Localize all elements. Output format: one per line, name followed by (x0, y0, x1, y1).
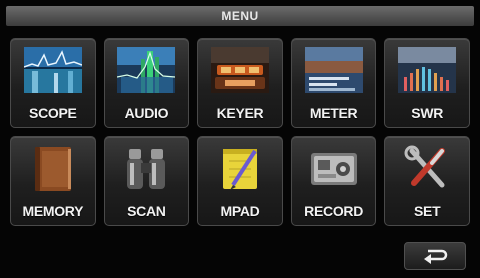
menu-button-set[interactable]: SET (384, 136, 470, 226)
menu-label-keyer: KEYER (216, 105, 264, 121)
menu-button-swr[interactable]: SWR (384, 38, 470, 128)
menu-button-audio[interactable]: AUDIO (103, 38, 190, 128)
menu-label-scan: SCAN (127, 203, 166, 219)
menu-grid: SCOPE AUDIO KEYER METER SWR MEMORY SCAN … (10, 38, 470, 226)
menu-label-scope: SCOPE (29, 105, 77, 121)
memo-pad-icon (211, 145, 269, 191)
menu-button-scan[interactable]: SCAN (103, 136, 190, 226)
keyer-icon (210, 47, 269, 93)
menu-label-memory: MEMORY (22, 203, 84, 219)
menu-button-record[interactable]: RECORD (290, 136, 377, 226)
menu-label-mpad: MPAD (220, 203, 260, 219)
menu-button-scope[interactable]: SCOPE (10, 38, 96, 128)
menu-label-audio: AUDIO (124, 105, 169, 121)
menu-button-keyer[interactable]: KEYER (197, 38, 283, 128)
memory-book-icon (24, 145, 82, 191)
page-title: MENU (221, 9, 259, 23)
menu-button-meter[interactable]: METER (290, 38, 377, 128)
return-arrow-icon (424, 249, 448, 264)
swr-graph-icon (398, 47, 457, 93)
menu-label-swr: SWR (411, 105, 444, 121)
menu-label-meter: METER (309, 105, 358, 121)
back-button[interactable] (404, 242, 466, 270)
menu-button-mpad[interactable]: MPAD (197, 136, 283, 226)
recorder-icon (305, 145, 363, 191)
binoculars-icon (117, 145, 175, 191)
meter-icon (304, 47, 363, 93)
title-bar: MENU (6, 6, 474, 26)
audio-scope-icon (117, 47, 176, 93)
tools-icon (398, 145, 456, 191)
menu-button-memory[interactable]: MEMORY (10, 136, 96, 226)
menu-label-set: SET (414, 203, 441, 219)
menu-label-record: RECORD (304, 203, 364, 219)
spectrum-scope-icon (23, 47, 82, 93)
